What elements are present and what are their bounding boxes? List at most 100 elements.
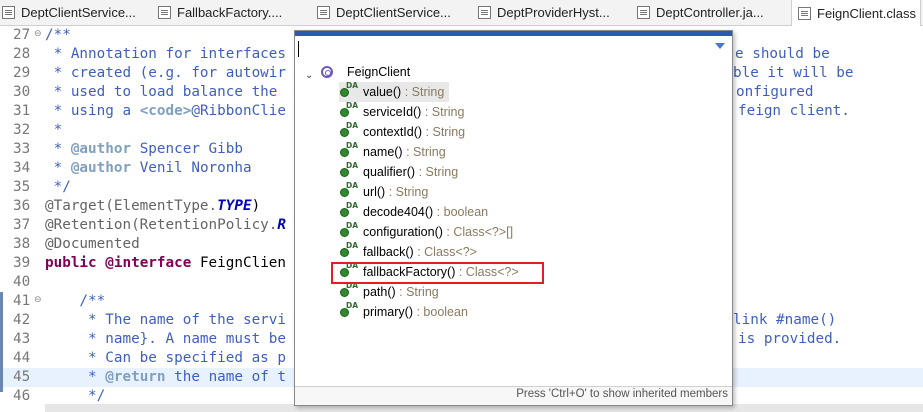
code-token: /** [45,293,106,309]
member-name: primary() [363,305,413,319]
quick-outline-popup: ⌄ FeignClient DA value() : String DA servic… [294,30,733,406]
code-token: ) [251,198,261,214]
code-token: */ [45,388,106,404]
code-text-fragment: ble it will be [733,65,854,81]
highlight-box [331,262,544,284]
line-number: 27 [13,27,31,43]
default-abstract-marker: DA [346,181,359,190]
code-token: @return [105,369,166,385]
code-text-fragment: feign client. [738,103,850,119]
java-file-icon [317,6,330,19]
outline-member-item[interactable]: DA fallback() : Class<?> [339,241,719,262]
public-abstract-method-icon: DA [339,201,358,219]
member-signature: name() : String [363,142,446,162]
member-signature: serviceId() : String [363,102,464,122]
code-token: @Retention(RetentionPolicy. [45,217,278,233]
default-abstract-marker: DA [346,81,359,90]
member-return-type: : String [402,145,446,159]
outline-filter-input[interactable] [299,39,708,59]
default-abstract-marker: DA [346,241,359,250]
code-text: */ [45,178,71,197]
code-text: * created (e.g. for autowir [45,64,286,83]
member-signature: url() : String [363,182,428,202]
line-number: 40 [13,274,31,290]
code-token: @author [70,160,132,176]
tab-deptcontroller[interactable]: DeptController.ja... [637,0,787,25]
fold-toggle-icon[interactable]: ⊖ [34,295,42,305]
tab-label: FeignClient.class [817,5,916,21]
outline-member-item[interactable]: DA primary() : boolean [339,301,719,322]
code-text: * @return the name of t [45,368,286,387]
code-text: * Can be specified as p [45,349,286,368]
tree-root-feignclient[interactable]: ⌄ FeignClient [295,62,732,82]
code-text: * using a <code>@RibbonClie [45,102,286,121]
member-return-type: : String [422,125,466,139]
code-text: * used to load balance the [45,83,278,102]
code-text: /** [45,292,105,311]
code-token: * [45,141,71,157]
code-token: @interface [105,255,192,271]
fold-toggle-icon[interactable]: ⊖ [34,29,42,39]
tab-fallbackfactory[interactable]: FallbackFactory.... [158,0,308,25]
outline-member-item[interactable]: DA path() : String [339,281,719,302]
default-abstract-marker: DA [346,161,359,170]
public-abstract-method-icon: DA [339,221,358,239]
member-name: fallback() [363,245,414,259]
code-token: FeignClien [191,255,287,271]
outline-member-item[interactable]: DA serviceId() : String [339,101,719,122]
member-signature: contextId() : String [363,122,465,142]
outline-member-item[interactable]: DA url() : String [339,181,719,202]
tab-deptclientservice-2[interactable]: DeptClientService... [317,0,467,25]
member-name: decode404() [363,205,434,219]
code-text-fragment: link #name() [733,312,837,328]
outline-member-item[interactable]: DA configuration() : Class<?>[] [339,221,719,242]
code-token: @Target(ElementType. [45,198,218,214]
outline-member-item[interactable]: DA value() : String [339,81,449,102]
outline-member-item[interactable]: DA name() : String [339,141,719,162]
public-abstract-method-icon: DA [339,301,358,319]
tab-deptclientservice-1[interactable]: DeptClientService... [2,0,152,25]
tab-label: DeptProviderHyst... [497,5,610,20]
code-token: * The name of the servi [45,312,287,328]
code-text-fragment: onfigured [736,84,814,100]
member-name: name() [363,145,403,159]
member-return-type: : String [415,165,459,179]
default-abstract-marker: DA [346,201,359,210]
chevron-down-icon[interactable]: ⌄ [305,66,313,86]
outline-filter [295,36,732,62]
chevron-down-icon[interactable] [715,43,725,49]
member-name: configuration() [363,225,443,239]
outline-member-item[interactable]: DA qualifier() : String [339,161,719,182]
member-name: qualifier() [363,165,416,179]
tab-feignclient-class[interactable]: FeignClient.class [791,0,921,26]
code-token: * using a [45,103,140,119]
code-token: * name}. A name must be [45,331,287,347]
code-token: * [45,369,106,385]
line-number: 37 [13,217,31,233]
member-name: value() [363,85,402,99]
member-return-type: : String [401,85,445,99]
code-text: * name}. A name must be [45,330,286,349]
line-number: 34 [13,160,31,176]
public-abstract-method-icon: DA [339,141,358,159]
member-name: serviceId() [363,105,422,119]
line-number: 29 [13,65,31,81]
code-text: * @author Spencer Gibb [45,140,243,159]
member-signature: fallback() : Class<?> [363,242,477,262]
public-abstract-method-icon: DA [339,181,358,199]
code-text: @Documented [45,235,140,254]
line-number: 32 [13,122,31,138]
line-number: 39 [13,255,31,271]
line-number: 30 [13,84,31,100]
tab-deptproviderhyst[interactable]: DeptProviderHyst... [478,0,628,25]
member-return-type: : String [395,285,439,299]
outline-member-item[interactable]: DA contextId() : String [339,121,719,142]
code-text: /** [45,26,71,45]
outline-member-item[interactable]: DA decode404() : boolean [339,201,719,222]
tab-label: DeptClientService... [336,5,451,20]
member-name: contextId() [363,125,423,139]
code-token: @RibbonClie [191,103,287,119]
code-token: * [45,160,71,176]
member-signature: decode404() : boolean [363,202,488,222]
code-text: public @interface FeignClien [45,254,286,273]
